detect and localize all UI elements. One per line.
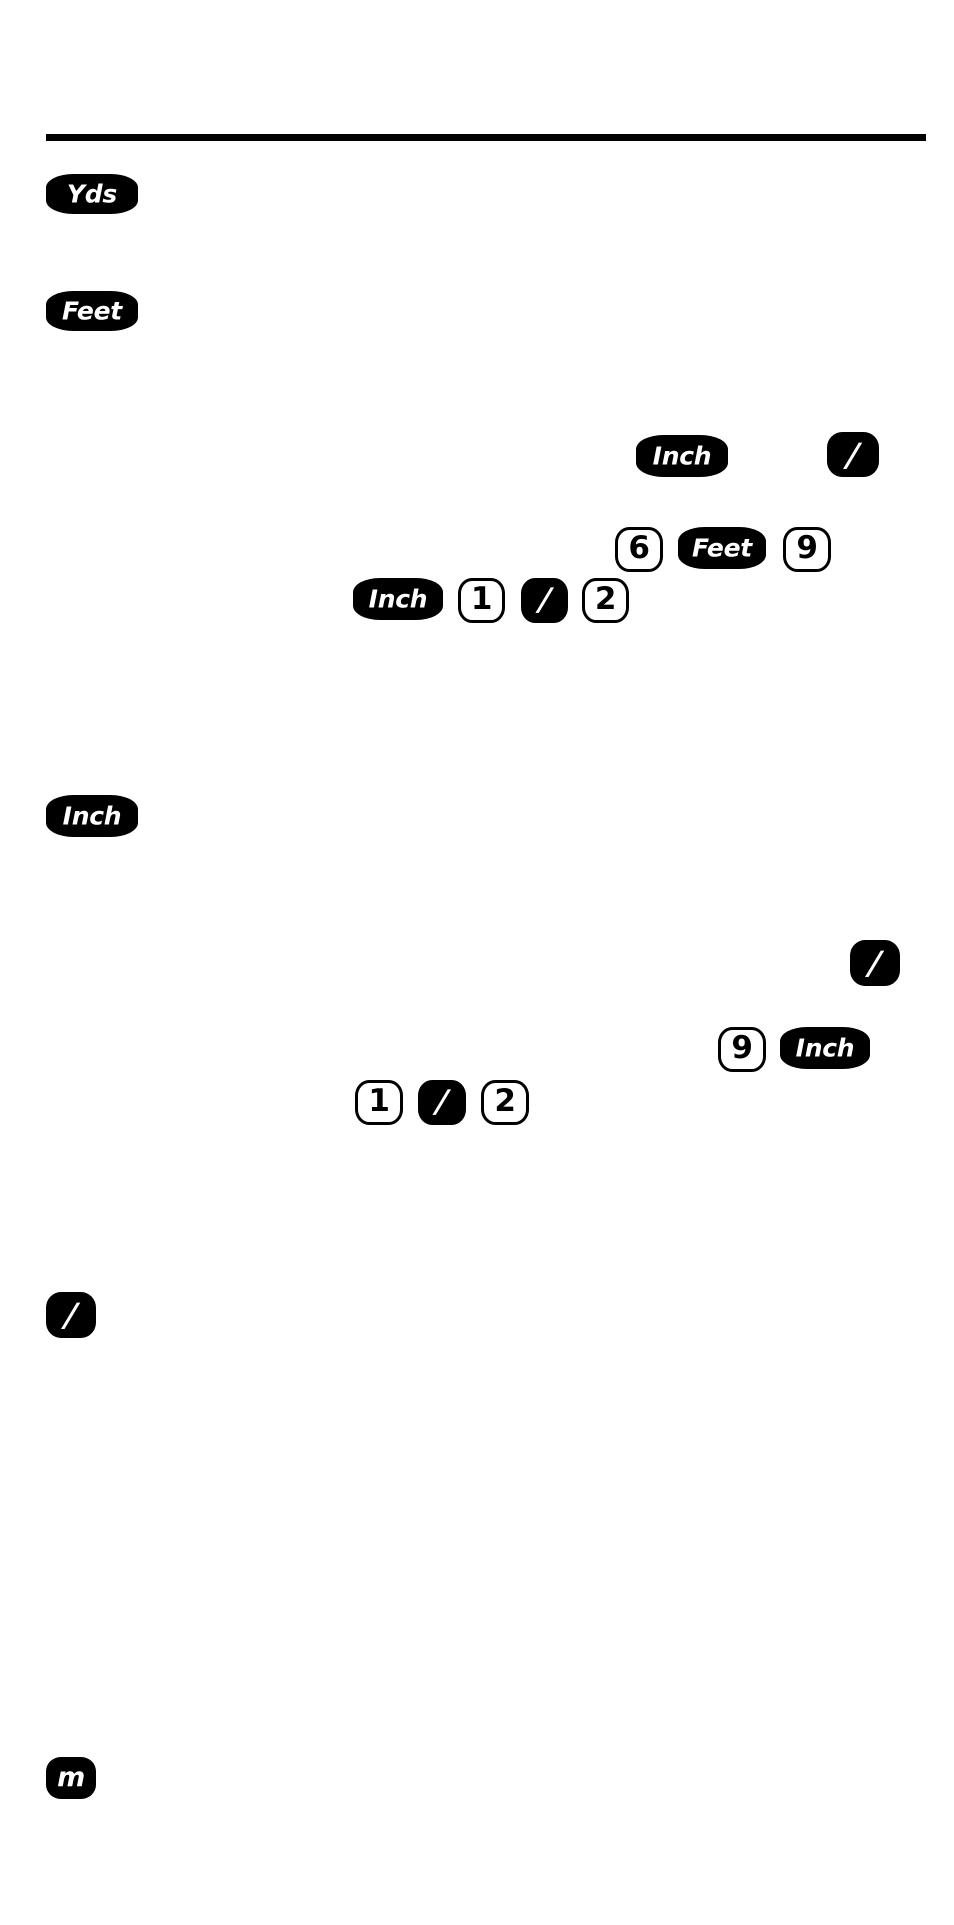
calculator-key-1-icon: 1: [355, 1080, 403, 1125]
calculator-key-feet-icon: Feet: [46, 291, 138, 331]
calculator-key-9-icon: 9: [783, 527, 831, 572]
calculator-key-2-icon: 2: [481, 1080, 529, 1125]
calculator-key-1-icon: 1: [458, 578, 505, 623]
calculator-key-2-icon: 2: [582, 578, 629, 623]
calculator-key--icon: /: [521, 578, 568, 623]
calculator-key-inch-icon: Inch: [353, 578, 443, 620]
calculator-key-label: 9: [731, 1030, 753, 1067]
calculator-key--icon: /: [827, 432, 879, 477]
calculator-key-label: Inch: [62, 800, 122, 830]
calculator-key-9-icon: 9: [718, 1027, 766, 1072]
calculator-key-label: /: [59, 1296, 83, 1334]
calculator-key-label: Feet: [692, 532, 752, 562]
calculator-key-label: /: [431, 1084, 453, 1120]
calculator-key-label: /: [533, 582, 556, 618]
top-horizontal-rule: [46, 134, 926, 141]
calculator-key--icon: /: [850, 940, 900, 986]
calculator-key-label: m: [57, 1761, 85, 1793]
calculator-key-label: Yds: [66, 178, 118, 208]
calculator-key-inch-icon: Inch: [780, 1027, 870, 1069]
calculator-key-inch-icon: Inch: [636, 435, 728, 477]
calculator-key-label: Feet: [62, 295, 122, 325]
calculator-key-label: /: [863, 944, 887, 982]
calculator-key-label: 1: [470, 581, 493, 618]
calculator-key-label: Inch: [795, 1032, 855, 1062]
calculator-key-label: 1: [368, 1083, 390, 1120]
calculator-key-label: Inch: [368, 583, 428, 613]
calculator-key-6-icon: 6: [615, 527, 663, 572]
calculator-key-label: /: [841, 435, 865, 474]
calculator-key-label: 6: [628, 530, 650, 567]
calculator-key--icon: /: [418, 1080, 466, 1125]
calculator-key-label: 2: [594, 581, 617, 618]
calculator-key-label: 2: [494, 1083, 516, 1120]
document-page: Yds Feet Inch / 6 Feet 9 Inch 1 / 2 Inch / 9 Inch 1 / 2 / m: [0, 0, 954, 1925]
calculator-key-feet-icon: Feet: [678, 527, 766, 569]
calculator-key-label: 9: [796, 530, 818, 567]
calculator-key-label: Inch: [652, 440, 712, 470]
calculator-key-m-icon: m: [46, 1757, 96, 1799]
calculator-key--icon: /: [46, 1292, 96, 1338]
calculator-key-inch-icon: Inch: [46, 795, 138, 837]
calculator-key-yds-icon: Yds: [46, 174, 138, 214]
